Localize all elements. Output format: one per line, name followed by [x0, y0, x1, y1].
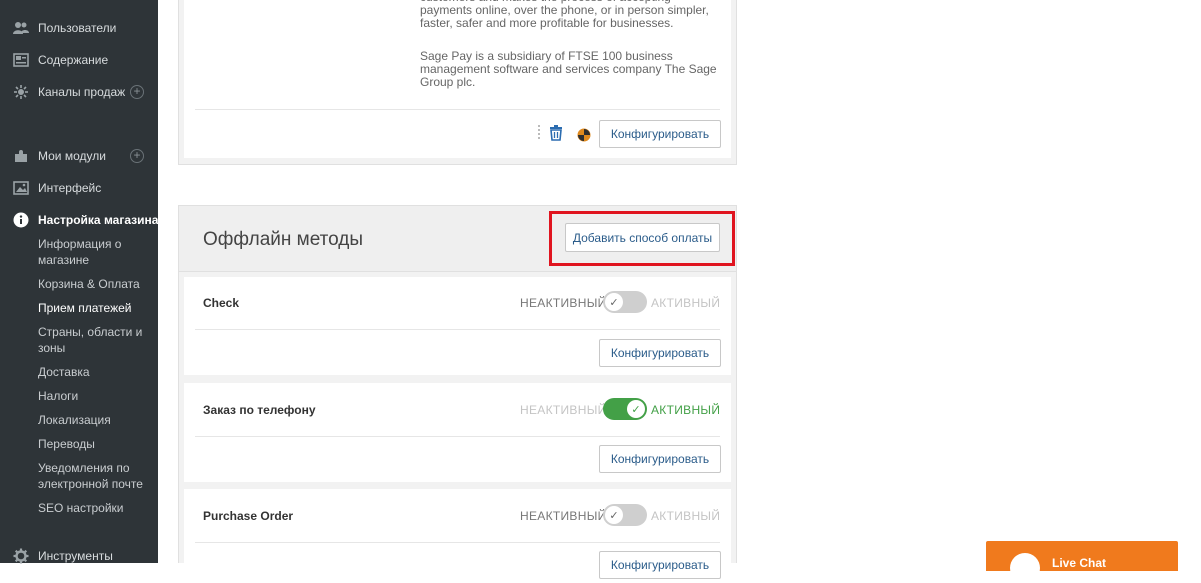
content-icon	[13, 52, 29, 68]
sidebar-item-interface[interactable]: Интерфейс	[0, 177, 158, 199]
sidebar-item-tools[interactable]: Инструменты	[0, 545, 158, 567]
chat-icon	[1010, 553, 1040, 583]
sidebar-item-label: Каналы продаж	[38, 85, 126, 99]
offline-methods-list: Check НЕАКТИВНЫЙ ✓ АКТИВНЫЙ Конфигуриров…	[178, 272, 737, 579]
divider	[195, 436, 720, 437]
sidebar-item-label: Пользователи	[38, 21, 117, 35]
submenu-item-email-notifications[interactable]: Уведомления по электронной почте	[38, 460, 153, 492]
check-icon: ✓	[605, 293, 623, 311]
gear-icon	[13, 548, 29, 564]
expand-plus-icon[interactable]: +	[130, 85, 144, 99]
sidebar-item-store-settings[interactable]: Настройка магазина	[0, 209, 158, 231]
divider	[195, 329, 720, 330]
trash-icon[interactable]	[549, 125, 563, 141]
submenu-item-shipping[interactable]: Доставка	[38, 364, 153, 380]
payment-method-card: Purchase Order НЕАКТИВНЫЙ ✓ АКТИВНЫЙ Кон…	[184, 489, 731, 579]
check-icon: ✓	[605, 506, 623, 524]
inactive-label: НЕАКТИВНЫЙ	[520, 509, 607, 523]
method-name: Purchase Order	[203, 509, 294, 523]
sidebar-item-label: Инструменты	[38, 549, 113, 563]
submenu-item-taxes[interactable]: Налоги	[38, 388, 153, 404]
method-name: Заказ по телефону	[203, 403, 316, 417]
active-label: АКТИВНЫЙ	[651, 403, 721, 417]
highlight-box	[549, 211, 735, 266]
submenu-item-countries[interactable]: Страны, области и зоны	[38, 324, 153, 356]
sagepay-configure-button[interactable]: Конфигурировать	[599, 120, 721, 148]
live-chat-label: Live Chat	[1052, 556, 1107, 570]
status-toggle[interactable]: ✓	[603, 504, 647, 526]
status-toggle[interactable]: ✓	[603, 291, 647, 313]
sagepay-description-company: Sage Pay is a subsidiary of FTSE 100 bus…	[420, 49, 717, 89]
sidebar-item-label: Мои модули	[38, 149, 106, 163]
submenu-item-translations[interactable]: Переводы	[38, 436, 153, 452]
sidebar-item-label: Содержание	[38, 53, 109, 67]
check-icon: ✓	[627, 400, 645, 418]
payment-method-card: Заказ по телефону НЕАКТИВНЫЙ ✓ АКТИВНЫЙ …	[184, 383, 731, 482]
sagepay-card-body: customers and makes the process of accep…	[184, 0, 731, 158]
sidebar-item-label: Интерфейс	[38, 181, 102, 195]
divider	[195, 542, 720, 543]
submenu-item-store-info[interactable]: Информация о магазине	[38, 236, 153, 268]
sidebar-item-dashboard-cut[interactable]	[38, 0, 98, 4]
inactive-label: НЕАКТИВНЫЙ	[520, 296, 607, 310]
inactive-label: НЕАКТИВНЫЙ	[520, 403, 607, 417]
sagepay-description: customers and makes the process of accep…	[420, 0, 709, 30]
sidebar-item-users[interactable]: Пользователи	[0, 17, 158, 39]
sidebar-item-label: Настройка магазина	[38, 213, 159, 227]
section-title: Оффлайн методы	[203, 229, 364, 250]
live-chat-button[interactable]: Live Chat	[986, 541, 1178, 583]
dashboard-icon	[13, 0, 29, 4]
submenu-item-seo[interactable]: SEO настройки	[38, 500, 153, 516]
status-toggle[interactable]: ✓	[603, 398, 647, 420]
sidebar-item-my-modules[interactable]: Мои модули +	[0, 145, 158, 167]
divider	[195, 109, 720, 110]
method-name: Check	[203, 296, 240, 310]
payment-method-card: Check НЕАКТИВНЫЙ ✓ АКТИВНЫЙ Конфигуриров…	[184, 277, 731, 375]
sales-channels-icon	[13, 84, 29, 100]
submenu-item-localization[interactable]: Локализация	[38, 412, 153, 428]
submenu-item-cart-payment[interactable]: Корзина & Оплата	[38, 276, 153, 292]
submenu-item-payment-methods[interactable]: Прием платежей	[38, 300, 153, 316]
configure-button[interactable]: Конфигурировать	[599, 445, 721, 473]
configure-button[interactable]: Конфигурировать	[599, 339, 721, 367]
sagepay-card: customers and makes the process of accep…	[178, 0, 737, 165]
sidebar: Пользователи Содержание Каналы продаж + …	[0, 0, 158, 564]
sidebar-item-sales-channels[interactable]: Каналы продаж +	[0, 81, 158, 103]
configure-button[interactable]: Конфигурировать	[599, 551, 721, 579]
drag-handle-icon[interactable]	[538, 125, 540, 139]
info-icon	[13, 212, 29, 228]
image-icon	[13, 180, 29, 196]
active-label: АКТИВНЫЙ	[651, 296, 721, 310]
expand-plus-icon[interactable]: +	[130, 149, 144, 163]
puzzle-icon	[13, 148, 29, 164]
sidebar-item-content[interactable]: Содержание	[0, 49, 158, 71]
users-icon	[13, 20, 29, 36]
active-label: АКТИВНЫЙ	[651, 509, 721, 523]
sagepay-logo-icon	[577, 128, 591, 142]
